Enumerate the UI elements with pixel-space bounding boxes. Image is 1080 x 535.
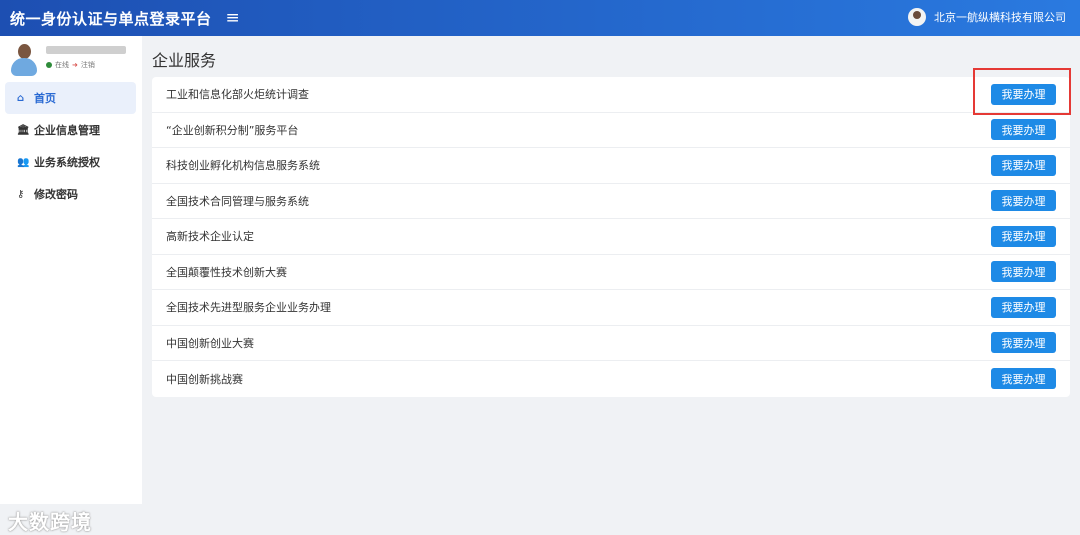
user-avatar bbox=[10, 44, 38, 76]
logout-icon: ➜ bbox=[72, 61, 78, 69]
service-row: 全国技术先进型服务企业业务办理 我要办理 bbox=[152, 290, 1070, 326]
service-name: 工业和信息化部火炬统计调查 bbox=[166, 88, 309, 102]
apply-button[interactable]: 我要办理 bbox=[991, 119, 1056, 141]
service-name: 全国技术先进型服务企业业务办理 bbox=[166, 301, 331, 315]
menu-toggle-icon[interactable]: ≡ bbox=[226, 8, 240, 28]
company-name: 北京一航纵横科技有限公司 bbox=[934, 11, 1066, 24]
service-row: 全国颠覆性技术创新大赛 我要办理 bbox=[152, 255, 1070, 290]
apply-button[interactable]: 我要办理 bbox=[991, 225, 1056, 247]
watermark: 大数跨境 bbox=[8, 510, 92, 534]
service-row: 中国创新挑战赛 我要办理 bbox=[152, 361, 1070, 397]
service-name: “企业创新积分制”服务平台 bbox=[166, 123, 299, 137]
service-name: 高新技术企业认定 bbox=[166, 230, 254, 244]
user-panel: 在线 ➜ 注销 bbox=[0, 36, 142, 82]
logout-link[interactable]: 注销 bbox=[81, 60, 95, 70]
apply-button[interactable]: 我要办理 bbox=[991, 332, 1056, 354]
sidebar-item-3[interactable]: ⚷ 修改密码 bbox=[5, 178, 136, 210]
online-status: 在线 bbox=[55, 61, 69, 69]
apply-button[interactable]: 我要办理 bbox=[991, 154, 1056, 176]
users-icon: 👥 bbox=[17, 156, 30, 168]
apply-button[interactable]: 我要办理 bbox=[991, 261, 1056, 283]
sidebar-item-label: 修改密码 bbox=[34, 188, 78, 201]
service-name: 全国技术合同管理与服务系统 bbox=[166, 194, 309, 208]
bank-icon: 🏛 bbox=[17, 124, 30, 136]
service-row: “企业创新积分制”服务平台 我要办理 bbox=[152, 113, 1070, 148]
service-row: 工业和信息化部火炬统计调查 我要办理 bbox=[152, 77, 1070, 113]
service-row: 全国技术合同管理与服务系统 我要办理 bbox=[152, 184, 1070, 219]
service-name: 科技创业孵化机构信息服务系统 bbox=[166, 159, 320, 173]
user-name-blurred bbox=[46, 46, 126, 54]
apply-button[interactable]: 我要办理 bbox=[991, 368, 1056, 390]
app-title: 统一身份认证与单点登录平台 bbox=[10, 9, 212, 28]
avatar-icon bbox=[908, 8, 926, 26]
sidebar-item-1[interactable]: 🏛 企业信息管理 bbox=[5, 114, 136, 146]
key-icon: ⚷ bbox=[17, 188, 25, 200]
sidebar-item-0[interactable]: ⌂ 首页 bbox=[5, 82, 136, 114]
service-name: 中国创新挑战赛 bbox=[166, 372, 243, 386]
top-header: 统一身份认证与单点登录平台 ≡ 北京一航纵横科技有限公司 bbox=[0, 0, 1080, 36]
sidebar-item-2[interactable]: 👥 业务系统授权 bbox=[5, 146, 136, 178]
service-name: 全国颠覆性技术创新大赛 bbox=[166, 265, 287, 279]
service-row: 科技创业孵化机构信息服务系统 我要办理 bbox=[152, 148, 1070, 184]
service-row: 高新技术企业认定 我要办理 bbox=[152, 219, 1070, 255]
online-dot-icon bbox=[46, 62, 52, 68]
apply-button[interactable]: 我要办理 bbox=[991, 296, 1056, 318]
sidebar-item-label: 首页 bbox=[34, 92, 56, 105]
sidebar-item-label: 业务系统授权 bbox=[34, 156, 100, 169]
service-row: 中国创新创业大赛 我要办理 bbox=[152, 326, 1070, 361]
apply-button[interactable]: 我要办理 bbox=[991, 190, 1056, 212]
page-title: 企业服务 bbox=[152, 51, 217, 70]
sidebar: 在线 ➜ 注销 ⌂ 首页 🏛 企业信息管理 👥 业务系统授权 ⚷ 修改密码 大数跨境 bbox=[0, 36, 142, 534]
main-content: 企业服务 工业和信息化部火炬统计调查 我要办理 “企业创新积分制”服务平台 我要办理科… bbox=[152, 36, 1070, 397]
sidebar-item-label: 企业信息管理 bbox=[34, 124, 100, 137]
company-account[interactable]: 北京一航纵横科技有限公司 bbox=[908, 8, 1066, 26]
highlight-box bbox=[973, 68, 1071, 115]
service-name: 中国创新创业大赛 bbox=[166, 336, 254, 350]
service-list: 工业和信息化部火炬统计调查 我要办理 “企业创新积分制”服务平台 我要办理 科技创业孵化… bbox=[152, 77, 1070, 397]
home-icon: ⌂ bbox=[17, 92, 25, 104]
